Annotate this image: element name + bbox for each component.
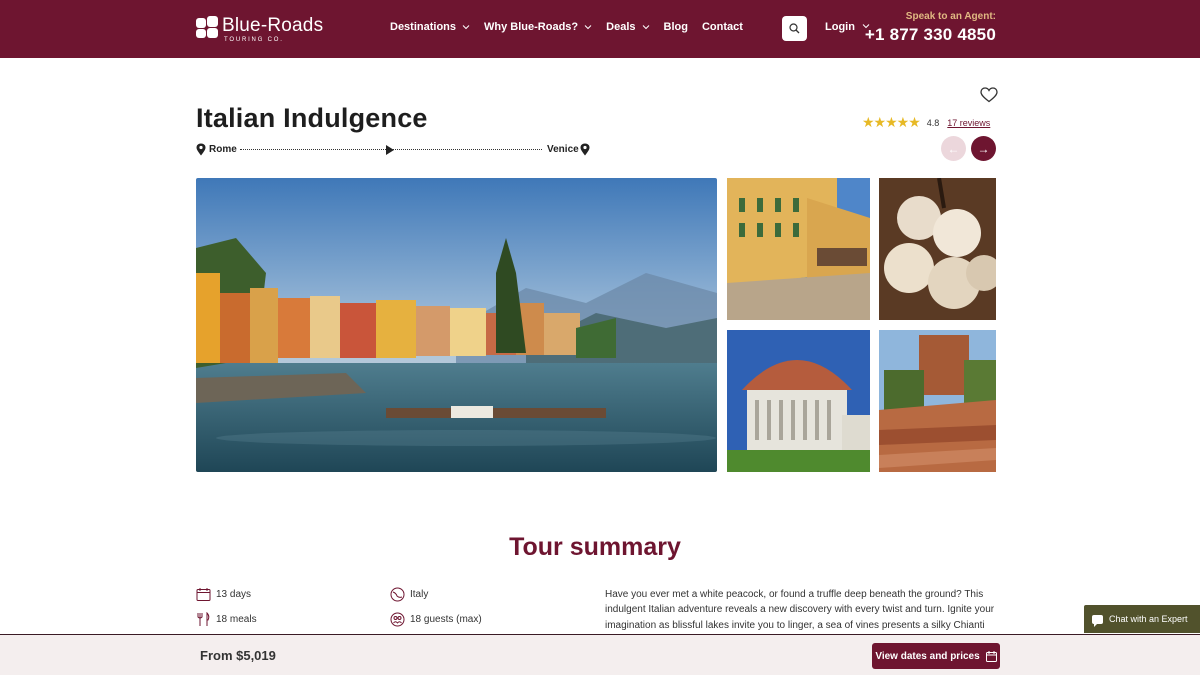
rating-value: 4.8 <box>926 117 940 128</box>
gallery-thumb-garlic[interactable] <box>879 178 996 320</box>
pisa-baptistery-image <box>727 330 870 472</box>
carousel-prev-button[interactable]: ← <box>941 136 966 161</box>
group-icon <box>390 612 405 627</box>
calendar-icon <box>985 650 997 662</box>
brand-tagline: TOURING CO. <box>224 37 284 43</box>
view-dates-button[interactable]: View dates and prices <box>872 643 1000 669</box>
nav-label: Destinations <box>390 21 457 33</box>
route-end: Venice <box>547 144 579 155</box>
fork-knife-icon <box>197 612 210 626</box>
chat-widget-button[interactable]: Chat with an Expert <box>1084 605 1200 633</box>
reviews-link[interactable]: 17 reviews <box>947 118 990 128</box>
hill-town-image <box>879 330 996 472</box>
map-pin-icon <box>196 143 206 156</box>
brand-logo[interactable]: Blue-Roads TOURING CO. <box>196 16 323 43</box>
fact-guests-value: 18 guests (max) <box>410 614 482 625</box>
fact-duration-value: 13 days <box>216 589 252 600</box>
tour-description: Have you ever met a white peacock, or fo… <box>605 589 995 631</box>
fact-duration: 13 days <box>196 587 251 602</box>
nav-deals[interactable]: Deals <box>606 21 649 33</box>
cta-label: View dates and prices <box>875 650 980 662</box>
town-square-image <box>727 178 870 320</box>
chat-bubble-icon <box>1092 614 1103 627</box>
agent-phone[interactable]: +1 877 330 4850 <box>865 25 996 45</box>
tour-title: Italian Indulgence <box>196 103 428 133</box>
chevron-down-icon <box>584 23 592 31</box>
nav-label: Deals <box>606 21 636 33</box>
brand-name: Blue-Roads <box>222 15 324 36</box>
nav-why-blue-roads[interactable]: Why Blue-Roads? <box>484 21 592 33</box>
heart-icon[interactable] <box>980 87 998 103</box>
nav-label: Blog <box>663 21 688 33</box>
login-label: Login <box>825 21 855 33</box>
fact-meals: 18 meals <box>196 612 257 627</box>
nav-blog[interactable]: Blog <box>664 21 688 33</box>
sticky-price-bar: From $5,019 View dates and prices <box>0 634 1200 675</box>
fact-country: Italy <box>390 587 428 602</box>
chat-label: Chat with an Expert <box>1109 614 1188 624</box>
globe-icon <box>390 587 405 602</box>
arrow-right-icon: → <box>977 141 990 156</box>
nav-contact[interactable]: Contact <box>702 21 743 33</box>
fact-meals-value: 18 meals <box>216 614 257 625</box>
login-menu[interactable]: Login <box>825 21 870 33</box>
logo-icon <box>196 16 218 38</box>
search-icon <box>789 23 800 34</box>
fact-country-value: Italy <box>410 589 429 600</box>
route-start: Rome <box>209 144 237 155</box>
tour-route: Rome Venice <box>196 143 596 157</box>
garlic-image <box>879 178 996 320</box>
carousel-next-button[interactable]: → <box>971 136 996 161</box>
gallery-thumb-hill-town[interactable] <box>879 330 996 472</box>
calendar-icon <box>196 588 211 601</box>
chevron-down-icon <box>642 23 650 31</box>
nav-destinations[interactable]: Destinations <box>390 21 470 33</box>
site-header: Blue-Roads TOURING CO. Destinations Why … <box>0 0 1200 58</box>
gallery-main-image[interactable] <box>196 178 717 472</box>
nav-label: Contact <box>701 21 743 33</box>
agent-label: Speak to an Agent: <box>905 11 996 22</box>
fact-guests: 18 guests (max) <box>390 612 482 627</box>
main-nav: Destinations Why Blue-Roads? Deals Blog … <box>390 21 757 33</box>
search-button[interactable] <box>782 16 807 41</box>
price-label: From $5,019 <box>200 648 276 663</box>
gallery-thumb-town-square[interactable] <box>727 178 870 320</box>
tour-summary-heading: Tour summary <box>509 533 681 561</box>
lake-village-image <box>196 178 717 472</box>
nav-label: Why Blue-Roads? <box>484 21 579 33</box>
arrow-left-icon: ← <box>947 141 960 156</box>
agent-contact: Speak to an Agent: +1 877 330 4850 <box>865 11 996 45</box>
map-pin-icon <box>580 143 590 156</box>
star-rating-icon: ★★★★★ <box>862 114 921 130</box>
rating-summary: ★★★★★ 4.8 17 reviews <box>862 114 990 131</box>
gallery-thumb-pisa-baptistery[interactable] <box>727 330 870 472</box>
route-arrow-icon <box>386 145 394 155</box>
chevron-down-icon <box>462 23 470 31</box>
